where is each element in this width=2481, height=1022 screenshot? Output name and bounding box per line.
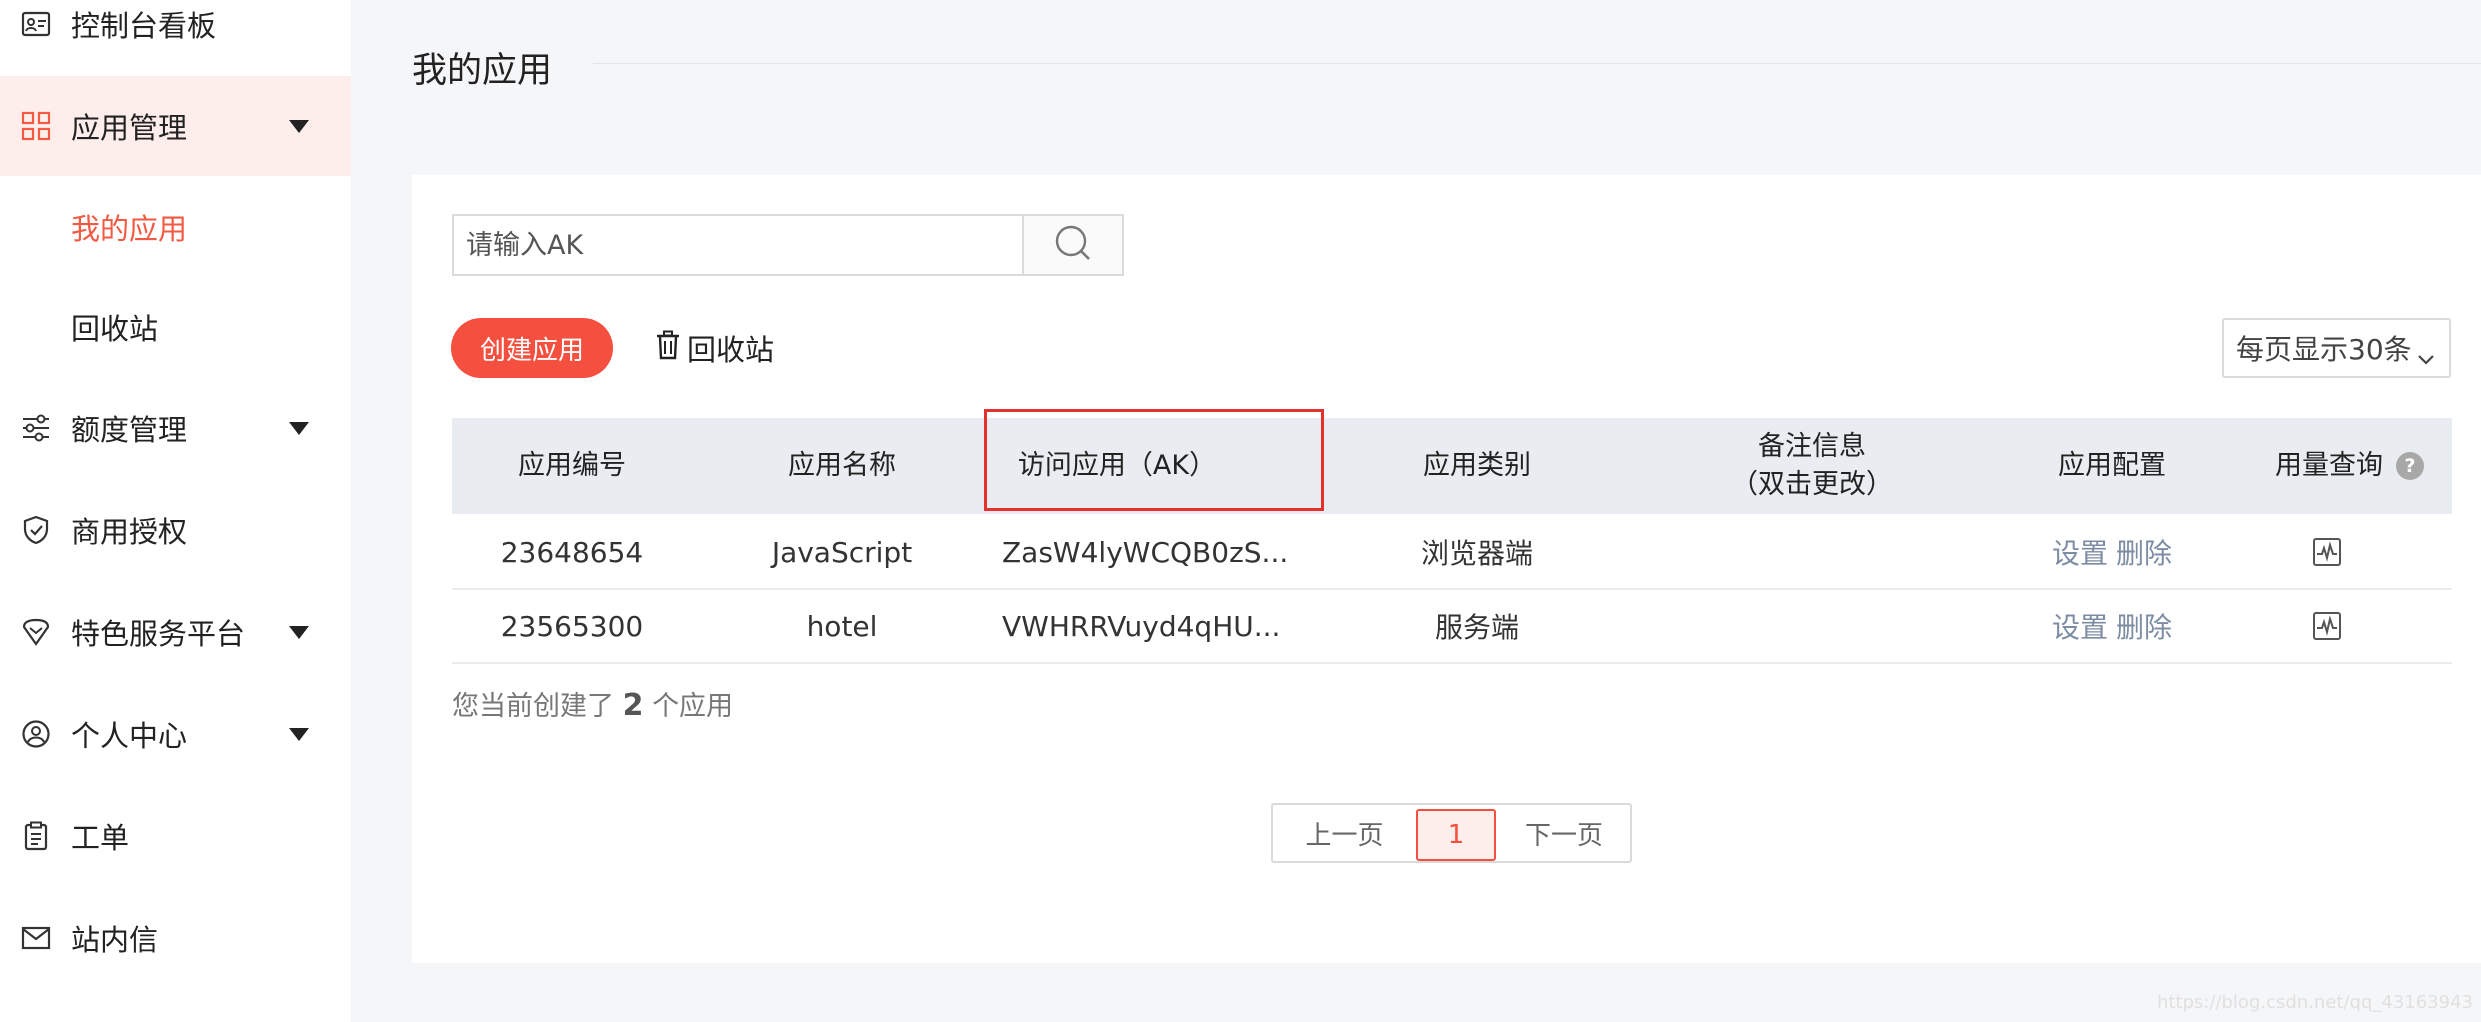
column-header-name: 应用名称 <box>788 450 896 481</box>
cell-app-config: 设置 删除 <box>2032 590 2192 662</box>
search-button[interactable] <box>1022 214 1124 276</box>
cell-app-config: 设置 删除 <box>2032 516 2192 588</box>
sidebar-item-label: 工单 <box>71 821 130 855</box>
settings-link[interactable]: 设置 <box>2052 606 2108 646</box>
cell-app-type: 浏览器端 <box>1420 537 1533 570</box>
page-size-select[interactable]: 每页显示30条 <box>2222 318 2451 378</box>
usage-chart-icon[interactable] <box>2312 611 2342 641</box>
cell-app-name: hotel <box>806 609 878 643</box>
sidebar-item-label: 回收站 <box>71 312 159 346</box>
prev-page-button[interactable]: 上一页 <box>1273 805 1416 861</box>
sidebar-item-label: 额度管理 <box>71 413 188 447</box>
page-title: 我的应用 <box>412 51 553 91</box>
cell-app-type: 服务端 <box>1434 611 1519 644</box>
search-icon <box>1053 223 1093 267</box>
sidebar-item-label: 应用管理 <box>71 111 188 145</box>
cell-app-id: 23565300 <box>500 609 644 643</box>
chevron-down-icon <box>2417 340 2435 373</box>
delete-link[interactable]: 删除 <box>2116 606 2172 646</box>
sidebar-item-my-apps[interactable]: 我的应用 <box>0 177 351 277</box>
gem-icon <box>20 616 52 648</box>
cell-app-ak[interactable]: ZasW4lyWCQB0zS... <box>1002 516 1332 588</box>
divider <box>593 63 2481 64</box>
summary-suffix: 个应用 <box>652 691 734 722</box>
sidebar: 控制台看板 应用管理 我的应用 回收站 额度管理 商用授权 特色服务平台 个人中… <box>0 0 351 1022</box>
sidebar-item-label: 我的应用 <box>71 212 188 246</box>
cell-app-id: 23648654 <box>500 535 644 569</box>
table-header: 应用编号 应用名称 访问应用（AK） 应用类别 备注信息 （双击更改） 应用配置… <box>452 418 2452 514</box>
cell-app-usage <box>2297 516 2357 588</box>
sidebar-item-quota-management[interactable]: 额度管理 <box>0 378 351 478</box>
id-card-icon <box>20 8 52 40</box>
column-header-config: 应用配置 <box>2058 450 2166 481</box>
cell-app-note[interactable] <box>1662 590 1962 662</box>
summary-count: 2 <box>622 688 644 723</box>
column-header-note: 备注信息 （双击更改） <box>1662 418 1962 514</box>
usage-chart-icon[interactable] <box>2312 537 2342 567</box>
ak-column-highlight <box>984 409 1324 511</box>
sliders-icon <box>20 412 52 444</box>
chevron-down-icon <box>289 421 309 435</box>
sidebar-item-label: 控制台看板 <box>71 9 217 43</box>
cell-app-name: JavaScript <box>771 535 913 569</box>
cell-app-note[interactable] <box>1662 516 1962 588</box>
page-number-current[interactable]: 1 <box>1416 809 1496 861</box>
next-page-button[interactable]: 下一页 <box>1496 805 1632 861</box>
cell-app-usage <box>2297 590 2357 662</box>
sidebar-item-work-order[interactable]: 工单 <box>0 786 351 886</box>
cell-app-ak[interactable]: VWHRRVuyd4qHU... <box>1002 590 1332 662</box>
sidebar-item-commercial-license[interactable]: 商用授权 <box>0 480 351 580</box>
page-size-value: 每页显示30条 <box>2236 333 2412 366</box>
recycle-bin-label: 回收站 <box>687 333 775 367</box>
sidebar-item-label: 特色服务平台 <box>71 617 246 651</box>
sidebar-item-featured-services[interactable]: 特色服务平台 <box>0 582 351 682</box>
help-icon[interactable]: ? <box>2395 451 2425 481</box>
column-header-note-line2: （双击更改） <box>1731 469 1893 500</box>
sidebar-item-label: 个人中心 <box>71 719 188 753</box>
pagination: 上一页 1 下一页 <box>1271 803 1632 863</box>
settings-link[interactable]: 设置 <box>2052 532 2108 572</box>
shield-check-icon <box>20 514 52 546</box>
sidebar-item-recycle-bin[interactable]: 回收站 <box>0 277 351 377</box>
table-row: 23648654 JavaScript ZasW4lyWCQB0zS... 浏览… <box>452 516 2452 590</box>
sidebar-item-label: 商用授权 <box>71 515 188 549</box>
search-input[interactable] <box>452 214 1024 276</box>
sidebar-item-app-management[interactable]: 应用管理 <box>0 76 351 176</box>
svg-text:?: ? <box>2404 455 2415 477</box>
chevron-down-icon <box>289 119 309 133</box>
column-header-usage: 用量查询 ? <box>2275 418 2452 514</box>
table-row: 23565300 hotel VWHRRVuyd4qHU... 服务端 设置 删… <box>452 590 2452 664</box>
sidebar-item-messages[interactable]: 站内信 <box>0 888 351 988</box>
sidebar-item-label: 站内信 <box>71 923 159 957</box>
chevron-down-icon <box>289 625 309 639</box>
watermark: https://blog.csdn.net/qq_43163943 <box>2156 992 2473 1013</box>
summary-prefix: 您当前创建了 <box>452 691 614 722</box>
user-circle-icon <box>20 718 52 750</box>
grid-icon <box>20 110 52 142</box>
column-header-usage-label: 用量查询 <box>2275 450 2383 481</box>
create-app-button[interactable]: 创建应用 <box>451 318 613 378</box>
delete-link[interactable]: 删除 <box>2116 532 2172 572</box>
column-header-id: 应用编号 <box>518 450 626 481</box>
column-header-type: 应用类别 <box>1423 450 1531 481</box>
app-count-summary: 您当前创建了 2 个应用 <box>452 684 733 723</box>
chevron-down-icon <box>289 727 309 741</box>
clipboard-icon <box>20 820 52 852</box>
recycle-bin-link[interactable]: 回收站 <box>655 328 774 368</box>
sidebar-item-dashboard[interactable]: 控制台看板 <box>0 0 351 74</box>
column-header-note-line1: 备注信息 <box>1758 431 1866 462</box>
trash-icon <box>655 330 687 367</box>
sidebar-item-personal-center[interactable]: 个人中心 <box>0 684 351 784</box>
mail-icon <box>20 922 52 954</box>
